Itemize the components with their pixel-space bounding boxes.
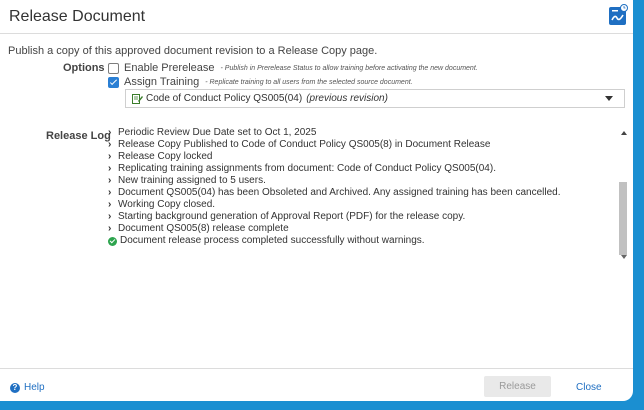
release-button[interactable]: Release [484,376,551,397]
app-logo-icon [609,4,628,25]
release-document-dialog: Release Document Publish a copy of this … [0,0,633,401]
chevron-right-icon: › [108,211,112,222]
assign-training-hint: - Replicate training to all users from t… [205,78,413,86]
source-document-select[interactable]: Code of Conduct Policy QS005(04) (previo… [125,89,625,108]
log-item: › Replicating training assignments from d… [108,163,628,175]
chevron-right-icon: › [108,175,112,186]
log-item-text: Periodic Review Due Date set to Oct 1, 2… [118,127,317,138]
enable-prerelease-label[interactable]: Enable Prerelease [124,62,215,74]
enable-prerelease-row[interactable]: Enable Prerelease - Publish in Prereleas… [108,62,478,74]
log-item-text: Document release process completed succe… [120,235,425,246]
log-item-text: New training assigned to 5 users. [118,175,266,186]
log-item-text: Release Copy locked [118,151,213,162]
chevron-right-icon: › [108,187,112,198]
assign-training-checkbox[interactable] [108,76,119,88]
intro-text: Publish a copy of this approved document… [8,45,378,57]
log-item: › Release Copy Published to Code of Condu… [108,139,628,151]
log-item: › Starting background generation of Appro… [108,211,628,223]
log-item: › New training assigned to 5 users. [108,175,628,187]
document-edit-icon [132,94,143,104]
close-button[interactable]: Close [576,382,602,393]
log-item: › Document QS005(8) release complete [108,223,628,235]
options-label: Options [63,62,105,74]
help-label[interactable]: Help [24,382,45,393]
dialog-footer: ? Help Release Close [0,368,633,401]
chevron-down-icon[interactable] [605,96,613,101]
help-icon[interactable]: ? [10,382,20,393]
release-log-scrollbar[interactable] [619,127,628,263]
dialog-titlebar: Release Document [0,0,633,34]
chevron-right-icon: › [108,163,112,174]
release-log: › Periodic Review Due Date set to Oct 1, … [108,127,628,263]
log-item-text: Document QS005(04) has been Obsoleted an… [118,187,561,198]
chevron-right-icon: › [108,127,112,138]
help-link[interactable]: ? Help [10,382,45,393]
log-item: › Document QS005(04) has been Obsoleted a… [108,187,628,199]
dialog-title: Release Document [9,8,146,25]
assign-training-label[interactable]: Assign Training [124,76,199,88]
check-circle-icon [108,236,117,246]
log-item-text: Working Copy closed. [118,199,216,210]
log-item-text: Starting background generation of Approv… [118,211,466,222]
chevron-right-icon: › [108,151,112,162]
enable-prerelease-checkbox[interactable] [108,62,119,74]
chevron-right-icon: › [108,223,112,234]
chevron-right-icon: › [108,139,112,150]
log-item-final: Document release process completed succe… [108,235,628,247]
enable-prerelease-hint: - Publish in Prerelease Status to allow … [220,64,478,72]
log-item-text: Release Copy Published to Code of Conduc… [118,139,491,150]
source-document-value: Code of Conduct Policy QS005(04) [146,93,303,104]
log-item: › Working Copy closed. [108,199,628,211]
log-item: › Release Copy locked [108,151,628,163]
chevron-right-icon: › [108,199,112,210]
release-log-list: › Periodic Review Due Date set to Oct 1, … [108,127,628,247]
source-document-suffix: (previous revision) [306,93,388,104]
scrollbar-thumb[interactable] [619,182,627,255]
log-item-text: Replicating training assignments from do… [118,163,496,174]
scroll-down-icon[interactable] [621,255,627,259]
release-log-label: Release Log [46,130,111,142]
log-item: › Periodic Review Due Date set to Oct 1, … [108,127,628,139]
scroll-up-icon[interactable] [621,131,627,135]
assign-training-row[interactable]: Assign Training - Replicate training to … [108,76,413,88]
log-item-text: Document QS005(8) release complete [118,223,289,234]
